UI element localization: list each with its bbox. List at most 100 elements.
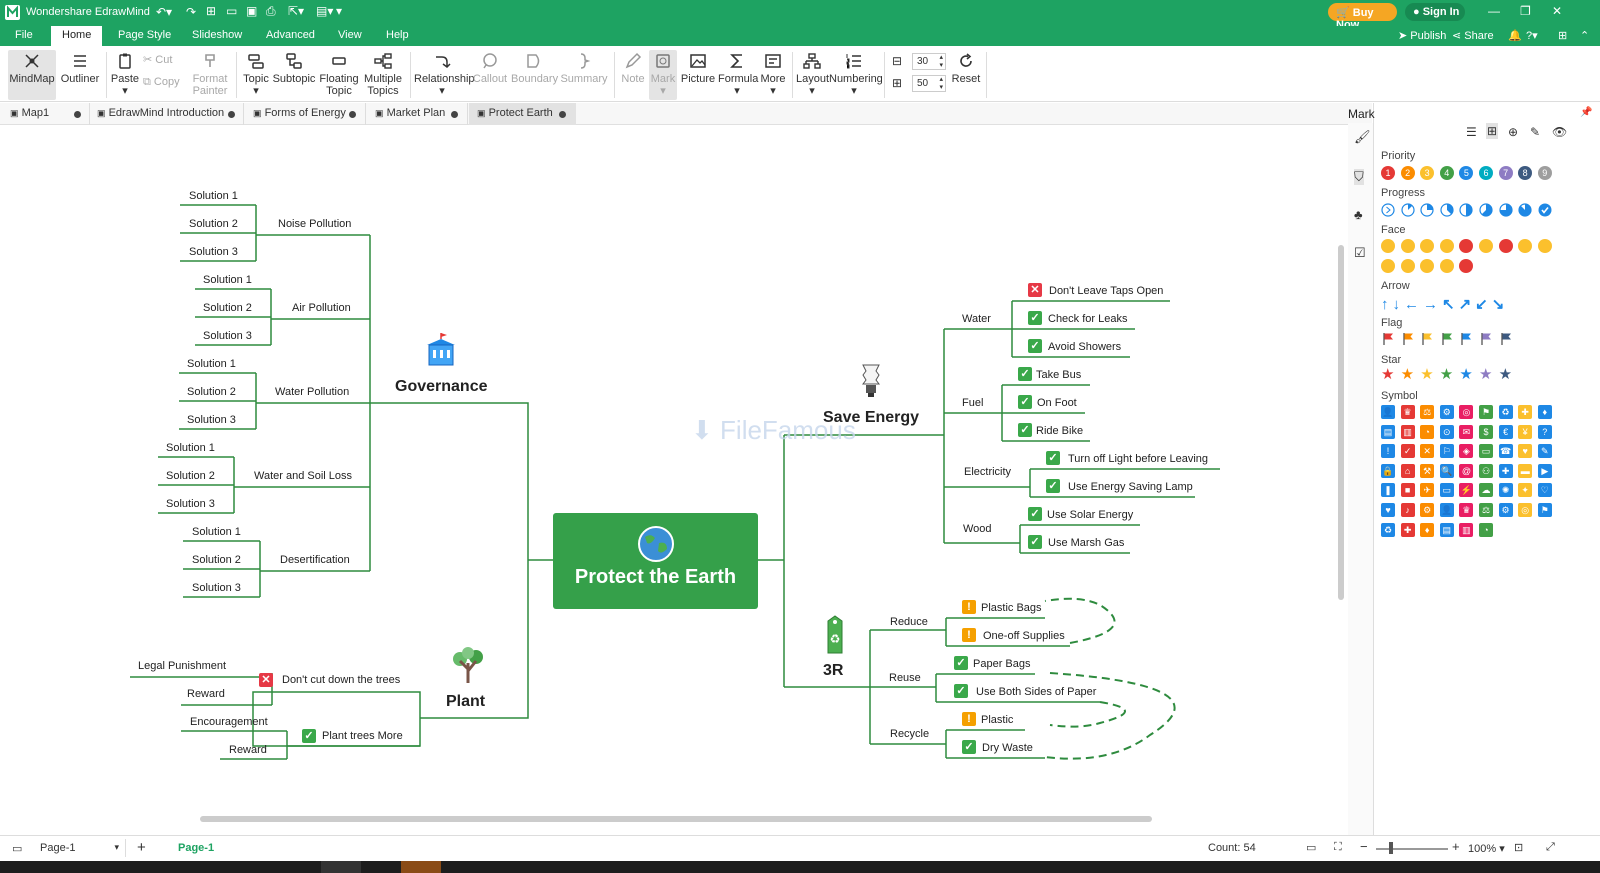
symbol-34-icon[interactable]: ▬	[1518, 463, 1533, 478]
pin-icon[interactable]: 📌	[1580, 107, 1592, 118]
symbol-14-icon[interactable]: $	[1479, 424, 1493, 439]
save-energy-topic[interactable]: Save Energy	[823, 409, 919, 427]
solution-topic[interactable]: Solution 1	[189, 190, 238, 202]
symbol-27-icon[interactable]: 🔒	[1381, 463, 1395, 478]
fit-page-icon[interactable]: ▭	[1306, 841, 1316, 854]
tab-modified-dot[interactable]	[74, 111, 81, 118]
plant-topic[interactable]: Plant	[446, 693, 485, 711]
summary-button[interactable]: Summary	[560, 50, 608, 85]
face-8-icon[interactable]	[1537, 239, 1552, 253]
encouragement-topic[interactable]: Encouragement	[190, 716, 268, 728]
reuse-topic[interactable]: Reuse	[889, 672, 921, 684]
star-4-icon[interactable]: ★	[1459, 367, 1473, 382]
paper-bags-topic[interactable]: Paper Bags	[973, 658, 1030, 670]
flag-1-icon[interactable]	[1401, 332, 1415, 346]
symbol-23-icon[interactable]: ▭	[1479, 444, 1493, 459]
progress-3-icon[interactable]	[1440, 203, 1454, 217]
governance-topic[interactable]: Governance	[395, 378, 487, 396]
multiple-topics-button[interactable]: Multiple Topics	[362, 50, 404, 97]
reset-button[interactable]: Reset	[950, 50, 982, 85]
symbol-51-icon[interactable]: ⚙	[1498, 503, 1513, 517]
add-page-icon[interactable]: +	[137, 839, 146, 856]
symbol-35-icon[interactable]: ▶	[1537, 463, 1552, 478]
symbol-58-icon[interactable]: ▥	[1459, 522, 1474, 537]
symbol-30-icon[interactable]: 🔍	[1439, 463, 1454, 478]
fit-width-icon[interactable]: ⛶	[1334, 841, 1342, 854]
zoom-level[interactable]: 100% ▾	[1468, 842, 1505, 855]
new-icon[interactable]: ⊞	[206, 4, 216, 18]
electricity-topic[interactable]: Electricity	[964, 466, 1011, 478]
symbol-59-icon[interactable]: ◔	[1479, 522, 1493, 537]
menu-view[interactable]: View	[338, 29, 362, 41]
mark-button[interactable]: Mark ▾	[649, 50, 677, 100]
solution-topic[interactable]: Solution 3	[166, 498, 215, 510]
solution-topic[interactable]: Solution 3	[187, 414, 236, 426]
turn-off-light-topic[interactable]: Turn off Light before Leaving	[1068, 453, 1208, 465]
symbol-28-icon[interactable]: ⌂	[1400, 463, 1415, 478]
boundary-button[interactable]: Boundary	[511, 50, 558, 85]
star-2-icon[interactable]: ★	[1420, 367, 1434, 382]
priority-3-icon[interactable]: 3	[1420, 166, 1435, 180]
sign-in-button[interactable]: ● Sign In	[1405, 3, 1465, 21]
water-pollution-topic[interactable]: Water Pollution	[275, 386, 349, 398]
both-sides-paper-topic[interactable]: Use Both Sides of Paper	[976, 686, 1096, 698]
page-tab-active[interactable]: Page-1	[178, 842, 214, 854]
zoom-slider[interactable]	[1376, 848, 1448, 850]
symbol-48-icon[interactable]: 👤	[1439, 503, 1454, 517]
symbol-50-icon[interactable]: ⚖	[1479, 503, 1493, 517]
symbol-47-icon[interactable]: ⚙	[1420, 503, 1435, 517]
symbol-25-icon[interactable]: ♥	[1518, 444, 1533, 459]
copy-button[interactable]: ⧉ Copy	[143, 76, 185, 88]
symbol-56-icon[interactable]: ♦	[1420, 522, 1435, 537]
callout-button[interactable]: Callout	[472, 50, 508, 85]
progress-1-icon[interactable]	[1400, 203, 1415, 217]
menu-slideshow[interactable]: Slideshow	[192, 29, 242, 41]
publish-button[interactable]: ➤ Publish	[1398, 29, 1446, 42]
symbol-33-icon[interactable]: ✚	[1498, 463, 1513, 478]
customize-icon[interactable]: ▾	[336, 4, 342, 18]
symbol-40-icon[interactable]: ⚡	[1459, 483, 1474, 498]
spinner-icon[interactable]: ▴ ▾	[939, 76, 943, 92]
symbol-17-icon[interactable]: ?	[1537, 424, 1552, 439]
symbol-8-icon[interactable]: ♦	[1537, 405, 1552, 419]
tab-modified-dot[interactable]	[349, 111, 356, 118]
priority-7-icon[interactable]: 7	[1498, 166, 1513, 180]
one-off-supplies-topic[interactable]: One-off Supplies	[983, 630, 1065, 642]
page-select[interactable]: Page-1 ▾	[40, 839, 126, 857]
clipart-tab-icon[interactable]: ♣	[1354, 207, 1363, 222]
page-panel-icon[interactable]: ▭	[12, 842, 22, 855]
symbol-5-icon[interactable]: ⚑	[1479, 405, 1493, 419]
note-button[interactable]: Note	[618, 50, 648, 85]
expand-icon[interactable]: ⌃	[1580, 29, 1589, 42]
solution-topic[interactable]: Solution 3	[189, 246, 238, 258]
energy-saving-lamp-topic[interactable]: Use Energy Saving Lamp	[1068, 481, 1193, 493]
symbol-52-icon[interactable]: ◎	[1518, 503, 1533, 517]
progress-2-icon[interactable]	[1420, 203, 1434, 217]
solution-topic[interactable]: Solution 1	[192, 526, 241, 538]
menu-home[interactable]: Home	[51, 26, 103, 46]
progress-0-icon[interactable]	[1381, 203, 1395, 217]
symbol-13-icon[interactable]: ✉	[1459, 424, 1474, 439]
solution-topic[interactable]: Solution 2	[203, 302, 252, 314]
face-10-icon[interactable]	[1400, 259, 1415, 273]
symbol-2-icon[interactable]: ⚖	[1420, 405, 1435, 419]
face-13-icon[interactable]	[1459, 259, 1474, 273]
solution-topic[interactable]: Solution 2	[166, 470, 215, 482]
flag-5-icon[interactable]	[1479, 332, 1493, 346]
add-mark-icon[interactable]: ⊕	[1508, 125, 1518, 139]
symbol-15-icon[interactable]: €	[1498, 424, 1513, 439]
face-7-icon[interactable]	[1518, 239, 1533, 253]
cut-button[interactable]: ✂ Cut	[143, 54, 185, 66]
help-icon[interactable]: ?▾	[1526, 29, 1538, 42]
tab-modified-dot[interactable]	[451, 111, 458, 118]
horizontal-spacing-input[interactable]: 30 ▴ ▾	[912, 53, 946, 70]
face-4-icon[interactable]	[1459, 239, 1474, 253]
symbol-42-icon[interactable]: ✺	[1498, 483, 1513, 498]
solar-energy-topic[interactable]: Use Solar Energy	[1047, 509, 1133, 521]
bell-icon[interactable]: 🔔	[1508, 29, 1522, 42]
template-icon[interactable]: ▤▾	[316, 4, 333, 18]
marsh-gas-topic[interactable]: Use Marsh Gas	[1048, 537, 1124, 549]
priority-5-icon[interactable]: 5	[1459, 166, 1474, 180]
face-6-icon[interactable]	[1498, 239, 1513, 253]
symbol-18-icon[interactable]: !	[1381, 444, 1395, 459]
